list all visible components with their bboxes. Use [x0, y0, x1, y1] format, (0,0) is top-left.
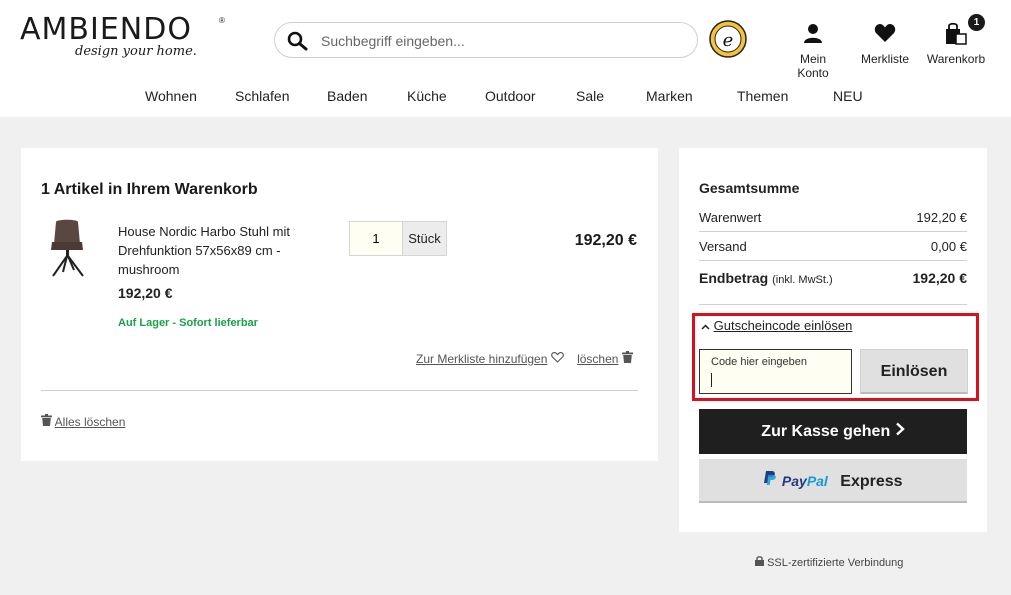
paypal-express-label: Express: [840, 473, 903, 490]
summary-title: Gesamtsumme: [699, 180, 800, 196]
nav-item-baden[interactable]: Baden: [327, 88, 367, 104]
lock-icon: [755, 556, 764, 569]
logo-wordmark: AMBIENDO: [20, 12, 192, 47]
paypal-express-button[interactable]: PayPal Express: [699, 459, 967, 503]
coupon-toggle[interactable]: Gutscheincode einlösen: [701, 318, 852, 333]
coupon-code-label: Code hier eingeben: [711, 356, 808, 368]
chevron-right-icon: [895, 422, 905, 440]
goods-value-amount: 192,20 €: [916, 210, 967, 225]
nav-item-sale[interactable]: Sale: [576, 88, 604, 104]
cart-title: 1 Artikel in Ihrem Warenkorb: [41, 181, 258, 198]
shipping-amount: 0,00 €: [930, 239, 967, 254]
redeem-coupon-button[interactable]: Einlösen: [860, 349, 968, 394]
user-icon: [783, 20, 843, 46]
total-label: Endbetrag: [699, 270, 769, 286]
ssl-notice: SSL-zertifizierte Verbindung: [755, 556, 903, 569]
item-actions: Zur Merkliste hinzufügen löschen: [416, 351, 633, 366]
coupon-toggle-label: Gutscheincode einlösen: [713, 318, 853, 333]
nav-item-kueche[interactable]: Küche: [407, 88, 447, 104]
total-row: Endbetrag (inkl. MwSt.) 192,20 €: [699, 270, 967, 286]
chevron-up-icon: [701, 318, 710, 333]
account-link[interactable]: Mein Konto: [783, 20, 843, 80]
total-amount: 192,20 €: [912, 270, 968, 286]
total-tax-note: (inkl. MwSt.): [772, 274, 833, 286]
paypal-p-icon: [763, 471, 777, 490]
delete-item-label: löschen: [577, 352, 619, 366]
coupon-code-input[interactable]: Code hier eingeben: [699, 349, 852, 394]
order-summary-panel: Gesamtsumme Warenwert 192,20 € Versand 0…: [679, 148, 987, 532]
ambiendo-logo[interactable]: AMBIENDO ® design your home.: [20, 12, 230, 70]
clear-cart-label: Alles löschen: [54, 415, 126, 429]
cart-link[interactable]: 1 Warenkorb: [926, 14, 986, 66]
heart-icon: [858, 20, 912, 46]
text-caret: [711, 373, 712, 387]
svg-text:e: e: [723, 30, 734, 51]
checkout-button[interactable]: Zur Kasse gehen: [699, 409, 967, 454]
cart-divider: [41, 390, 638, 391]
logo-registered-mark: ®: [219, 16, 225, 25]
quantity-control: Stück: [349, 221, 447, 256]
wishlist-label: Merkliste: [860, 52, 909, 66]
delete-item-link[interactable]: löschen: [577, 351, 633, 366]
line-total-price: 192,20 €: [574, 232, 637, 249]
shipping-row: Versand 0,00 €: [699, 239, 967, 254]
product-name[interactable]: House Nordic Harbo Stuhl mit Drehfunktio…: [118, 222, 328, 279]
cart-panel: 1 Artikel in Ihrem Warenkorb House Nordi…: [21, 148, 658, 461]
shipping-label: Versand: [699, 239, 747, 254]
add-to-wishlist-label: Zur Merkliste hinzufügen: [416, 352, 548, 366]
site-header: AMBIENDO ® design your home. e Mein Kont…: [0, 0, 1011, 117]
paypal-logo-pal: Pal: [806, 473, 828, 489]
product-image-chair[interactable]: [43, 218, 93, 280]
nav-item-wohnen[interactable]: Wohnen: [145, 88, 197, 104]
account-label: Mein Konto: [797, 52, 829, 80]
stock-status: Auf Lager - Sofort lieferbar: [118, 317, 258, 329]
main-navigation: Wohnen Schlafen Baden Küche Outdoor Sale…: [0, 88, 1011, 108]
quantity-unit: Stück: [402, 222, 446, 255]
nav-item-themen[interactable]: Themen: [737, 88, 788, 104]
add-to-wishlist-link[interactable]: Zur Merkliste hinzufügen: [416, 352, 567, 366]
goods-value-row: Warenwert 192,20 €: [699, 210, 967, 225]
checkout-button-label: Zur Kasse gehen: [761, 423, 891, 440]
clear-cart-link[interactable]: Alles löschen: [41, 414, 125, 429]
product-unit-price: 192,20 €: [118, 285, 173, 301]
nav-item-schlafen[interactable]: Schlafen: [235, 88, 289, 104]
trash-icon: [41, 414, 52, 429]
search-icon[interactable]: [287, 31, 308, 51]
search-bar: [274, 22, 698, 58]
trusted-shops-seal-icon[interactable]: e: [709, 20, 747, 58]
search-input[interactable]: [321, 31, 681, 51]
summary-divider: [699, 260, 967, 261]
summary-divider: [699, 231, 967, 232]
trash-icon: [621, 351, 633, 366]
nav-item-marken[interactable]: Marken: [646, 88, 693, 104]
nav-item-outdoor[interactable]: Outdoor: [485, 88, 536, 104]
cart-count-badge: 1: [968, 14, 985, 31]
ssl-notice-label: SSL-zertifizierte Verbindung: [767, 557, 904, 569]
heart-outline-icon: [550, 352, 564, 366]
paypal-logo-pay: Pay: [781, 473, 807, 489]
summary-divider: [699, 304, 967, 305]
wishlist-link[interactable]: Merkliste: [858, 20, 912, 66]
cart-label: Warenkorb: [926, 52, 986, 66]
goods-value-label: Warenwert: [699, 210, 762, 225]
nav-item-neu[interactable]: NEU: [833, 88, 863, 104]
paypal-logo: PayPal: [782, 473, 828, 489]
logo-tagline: design your home.: [75, 44, 197, 59]
quantity-input[interactable]: [350, 222, 402, 255]
